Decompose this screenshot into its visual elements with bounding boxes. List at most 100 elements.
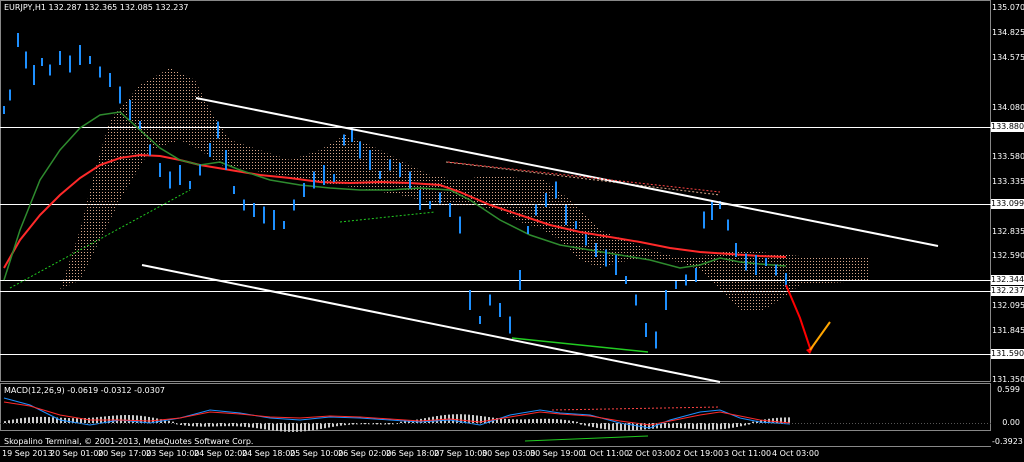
time-axis-label: 20 Sep 01:00 (50, 449, 104, 458)
macd-bar (32, 417, 34, 423)
macd-bar (328, 423, 330, 428)
macd-bar (452, 414, 454, 423)
price-axis-label: 132.835 (992, 227, 1024, 236)
macd-bar (304, 423, 306, 432)
macd-bar (288, 423, 290, 432)
macd-bar (148, 416, 150, 423)
macd-bar (284, 423, 286, 432)
macd-bar (48, 417, 50, 423)
macd-bar (604, 423, 606, 430)
macd-bar (748, 423, 750, 425)
time-axis-label: 2 Oct 03:00 (628, 449, 676, 458)
macd-bar (404, 421, 406, 423)
macd-scale-max: 0.599 (997, 385, 1020, 394)
macd-bar (120, 415, 122, 423)
macd-bar (124, 415, 126, 423)
macd-bar (632, 423, 634, 431)
price-axis-label: 132.095 (992, 301, 1024, 310)
price-tag-131590: 131.590 (991, 349, 1024, 359)
channel-lower-line[interactable] (141, 264, 721, 383)
macd-bar (508, 419, 510, 423)
time-axis-label: 19 Sep 2013 (2, 449, 53, 458)
macd-bar (276, 423, 278, 431)
macd-bar (516, 419, 518, 423)
macd-bar (220, 423, 222, 427)
macd-bar (340, 423, 342, 426)
macd-bar (580, 423, 582, 425)
macd-scale-zero: 0.00 (1002, 418, 1020, 427)
macd-bar (208, 423, 210, 427)
macd-bar (12, 419, 14, 423)
macd-bar (528, 419, 530, 423)
macd-bar (244, 423, 246, 427)
macd-bar (168, 420, 170, 423)
price-axis-label: 134.080 (992, 103, 1024, 112)
macd-bar (536, 418, 538, 423)
macd-bar (184, 423, 186, 426)
macd-bar (592, 423, 594, 428)
macd-bar (788, 417, 790, 423)
macd-bar (544, 418, 546, 423)
macd-bar (752, 421, 754, 423)
macd-bar (620, 423, 622, 431)
macd-bar (232, 423, 234, 427)
macd-bar (364, 423, 366, 425)
macd-bar (40, 416, 42, 423)
macd-bar (612, 423, 614, 431)
macd-bar (540, 418, 542, 423)
time-axis-label: 24 Sep 02:00 (194, 449, 248, 458)
macd-bar (388, 423, 390, 425)
macd-bar (352, 423, 354, 425)
macd-bar (568, 420, 570, 423)
price-tag-132237: 132.237 (991, 286, 1024, 296)
macd-bar (484, 416, 486, 423)
macd-bar (16, 418, 18, 423)
macd-bar (520, 419, 522, 423)
symbol-header: EURJPY,H1 132.287 132.365 132.085 132.23… (4, 3, 189, 12)
macd-bar (112, 415, 114, 423)
price-axis-label: 133.335 (992, 177, 1024, 186)
macd-bar (280, 423, 282, 432)
macd-bar (576, 421, 578, 423)
macd-bar (312, 423, 314, 431)
time-axis-label: 1 Oct 11:00 (582, 449, 630, 458)
macd-bar (4, 421, 6, 423)
macd-bar (464, 414, 466, 423)
macd-scale-min: -0.3923 (992, 437, 1023, 446)
time-axis-label: 30 Sep 03:00 (482, 449, 536, 458)
macd-bar (468, 414, 470, 423)
price-axis-label: 134.575 (992, 53, 1024, 62)
macd-bar (308, 423, 310, 431)
macd-bar (616, 423, 618, 431)
macd-bar (400, 421, 402, 423)
macd-bar (608, 423, 610, 430)
macd-bar (556, 419, 558, 423)
macd-bar (572, 421, 574, 423)
macd-bar (700, 423, 702, 430)
macd-bar (128, 415, 130, 423)
macd-bar (552, 418, 554, 423)
macd-bar (772, 418, 774, 423)
macd-bar (36, 416, 38, 423)
macd-bar (28, 417, 30, 423)
macd-bar (52, 417, 54, 423)
macd-bar (724, 423, 726, 429)
macd-bar (664, 423, 666, 429)
macd-bar (20, 418, 22, 423)
time-axis-label: 4 Oct 03:00 (772, 449, 820, 458)
price-tag-132344: 132.344 (991, 275, 1024, 285)
chart-window[interactable]: EURJPY,H1 132.287 132.365 132.085 132.23… (0, 0, 1024, 462)
macd-bar (316, 423, 318, 430)
macd-bar (500, 418, 502, 423)
macd-bar (272, 423, 274, 431)
macd-bar (300, 423, 302, 432)
macd-bar (636, 423, 638, 431)
time-axis-label: 30 Sep 19:00 (530, 449, 584, 458)
macd-bar (736, 423, 738, 428)
macd-bar (688, 423, 690, 429)
copyright-footer: Skopalino Terminal, © 2001-2013, MetaQuo… (4, 437, 254, 446)
macd-bar (548, 418, 550, 423)
macd-bar (24, 417, 26, 423)
macd-bar (116, 415, 118, 423)
macd-bar (196, 423, 198, 427)
